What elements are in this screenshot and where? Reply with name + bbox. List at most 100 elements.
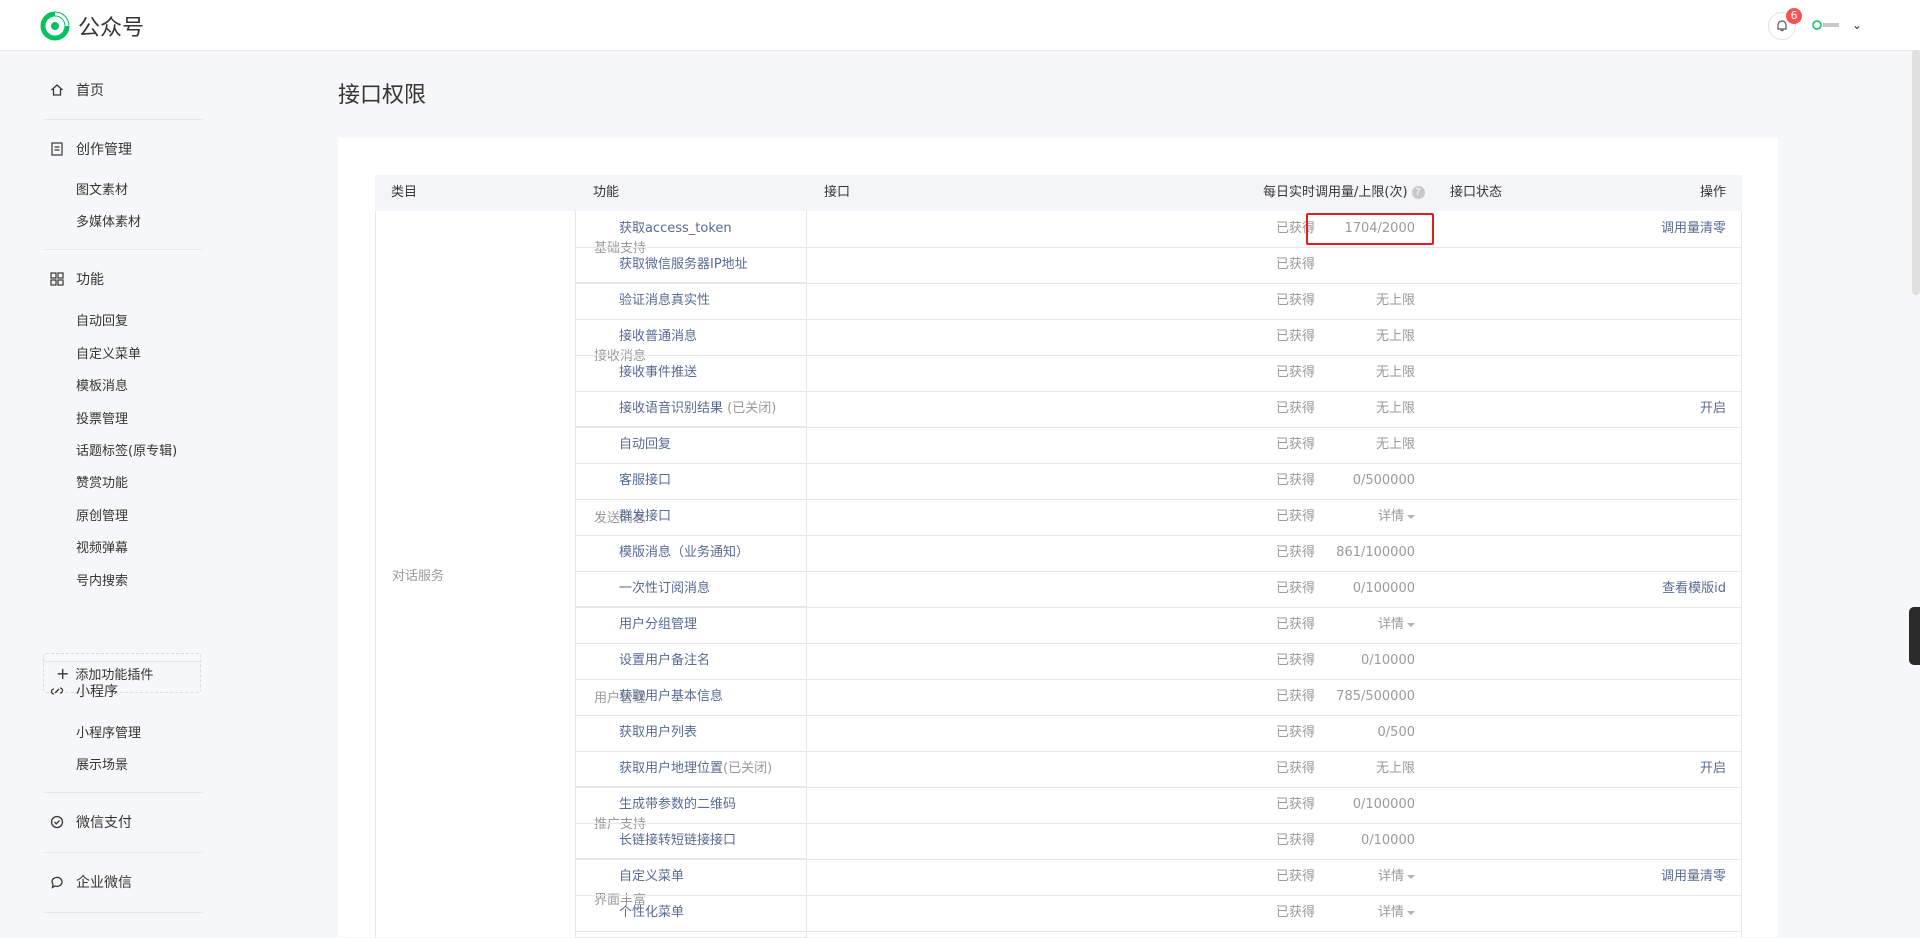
side-widget-handle[interactable] [1909, 607, 1920, 665]
caret-down-icon [1407, 910, 1415, 915]
sidebar-section-creation[interactable]: 创作管理 [50, 139, 132, 159]
sidebar-section-miniprogram[interactable]: 小程序 [50, 681, 118, 701]
header-function: 功能 [593, 185, 620, 200]
sidebar-section-wecom[interactable]: 企业微信 [50, 872, 132, 892]
action-link[interactable]: 调用量清零 [1661, 211, 1726, 247]
usage-details-dropdown[interactable]: 详情 [1378, 859, 1415, 895]
logo[interactable]: 公众号 [40, 10, 144, 42]
interface-name[interactable]: 自动回复 [619, 427, 671, 463]
interface-closed-note: (已关闭) [723, 761, 773, 776]
interface-name[interactable]: 获取用户列表 [619, 715, 697, 751]
status-text: 已获得 [1276, 689, 1316, 704]
action-link[interactable]: 查看模版id [1662, 571, 1726, 607]
sidebar-item-label: 首页 [76, 83, 104, 99]
page-scrollbar[interactable] [1912, 50, 1920, 295]
usage-text: 0/500000 [1352, 473, 1415, 488]
sidebar-section-features[interactable]: 功能 [50, 269, 104, 289]
sidebar-item-auto-reply[interactable]: 自动回复 [76, 310, 128, 329]
action-link[interactable]: 调用量清零 [1661, 859, 1726, 895]
sidebar-section-label: 功能 [76, 272, 104, 288]
interface-label: 模版消息（业务通知） [619, 545, 750, 560]
status-text: 已获得 [1276, 329, 1316, 344]
interface-label: 设置用户备注名 [619, 653, 711, 668]
usage-value: 785/500000 [1336, 679, 1415, 715]
usage-text: 详情 [1377, 905, 1404, 920]
interface-label: 长链接转短链接接口 [619, 833, 737, 848]
status-text: 已获得 [1276, 473, 1316, 488]
usage-value: 0/500 [1378, 715, 1415, 751]
usage-details-dropdown[interactable]: 详情 [1378, 607, 1415, 643]
sidebar-section-wechat-pay[interactable]: 微信支付 [50, 812, 132, 832]
help-icon[interactable]: ? [1411, 186, 1425, 199]
table-row: 验证消息真实性 无上限 已获得 [576, 283, 1742, 320]
interface-name[interactable]: 接收事件推送 [619, 355, 697, 391]
interface-closed-note: (已关闭) [723, 401, 777, 416]
interface-name[interactable]: 个性化菜单 [619, 895, 684, 931]
usage-value: 无上限 [1376, 283, 1415, 319]
interface-name[interactable]: 用户分组管理 [619, 607, 697, 643]
interface-name[interactable]: 获取用户基本信息 [619, 679, 723, 715]
interface-name[interactable]: 生成带参数的二维码 [619, 787, 736, 823]
sidebar-item-vote[interactable]: 投票管理 [76, 408, 128, 427]
usage-highlight-box [1306, 213, 1434, 245]
header-action: 操作 [1699, 185, 1726, 200]
interface-name[interactable]: 模版消息（业务通知） [619, 535, 749, 571]
interface-name[interactable]: 群发接口 [619, 499, 671, 535]
sidebar-item-reward[interactable]: 赞赏功能 [76, 472, 128, 491]
table-row: 客服接口 0/500000 已获得 [576, 463, 1742, 500]
interface-name[interactable]: 自定义菜单 [619, 859, 684, 895]
sidebar-item-template-message[interactable]: 模板消息 [76, 375, 128, 394]
header-status: 接口状态 [1450, 185, 1503, 200]
interface-name[interactable]: 接收语音识别结果 (已关闭) [619, 391, 776, 427]
status-text: 已获得 [1276, 257, 1316, 272]
action-link[interactable]: 开启 [1700, 391, 1726, 427]
caret-down-icon [1407, 514, 1415, 519]
interface-name[interactable]: 一次性订阅消息 [619, 571, 710, 607]
sidebar-item-display-scenes[interactable]: 展示场景 [76, 754, 128, 773]
sidebar-item-home[interactable]: 首页 [50, 80, 104, 100]
interface-name[interactable]: 接收普通消息 [619, 319, 697, 355]
interface-label: 客服接口 [619, 473, 672, 488]
usage-text: 无上限 [1375, 437, 1415, 452]
status-text: 已获得 [1276, 797, 1316, 812]
usage-text: 0/10000 [1360, 833, 1415, 848]
status-text: 已获得 [1276, 581, 1316, 596]
usage-value: 0/10000 [1361, 823, 1415, 859]
usage-details-dropdown[interactable]: 详情 [1378, 895, 1415, 931]
sidebar-item-topic-tags[interactable]: 话题标签(原专辑) [76, 440, 177, 459]
permissions-table: 类目 功能 接口 每日实时调用量/上限(次)? 接口状态 操作 对话服务 基础支… [375, 175, 1742, 938]
add-plugin-label: 添加功能插件 [75, 667, 154, 683]
interface-label: 接收事件推送 [619, 365, 698, 380]
interface-name[interactable]: 长链接转短链接接口 [619, 823, 736, 859]
interface-name[interactable]: 获取用户地理位置(已关闭) [619, 751, 772, 787]
sidebar-item-articles[interactable]: 图文素材 [76, 179, 128, 198]
chevron-down-icon[interactable]: ⌄ [1852, 18, 1862, 32]
sidebar-divider [43, 119, 203, 120]
interface-name[interactable]: 设置用户备注名 [619, 643, 710, 679]
sidebar-item-video-danmaku[interactable]: 视频弹幕 [76, 537, 128, 556]
interface-label: 获取用户地理位置 [619, 761, 724, 776]
sidebar-divider [43, 792, 203, 793]
action-link[interactable]: 开启 [1700, 751, 1726, 787]
sidebar-divider [43, 661, 203, 662]
sidebar-item-custom-menu[interactable]: 自定义菜单 [76, 343, 141, 362]
status-text: 已获得 [1276, 869, 1316, 884]
interface-label: 个性化菜单 [619, 905, 685, 920]
table-row: 获取用户列表 0/500 已获得 [576, 715, 1742, 752]
usage-text: 861/100000 [1336, 545, 1415, 560]
sidebar-item-original[interactable]: 原创管理 [76, 505, 128, 524]
interface-name[interactable]: 获取access_token [619, 211, 732, 247]
interface-label: 群发接口 [619, 509, 672, 524]
usage-details-dropdown[interactable]: 详情 [1378, 499, 1415, 535]
interface-name[interactable]: 客服接口 [619, 463, 671, 499]
interface-label: 获取用户列表 [619, 725, 698, 740]
sidebar-item-search[interactable]: 号内搜索 [76, 570, 128, 589]
sidebar-item-miniprogram-manage[interactable]: 小程序管理 [76, 722, 141, 741]
usage-value: 0/100000 [1353, 571, 1415, 607]
avatar[interactable] [1812, 18, 1842, 32]
interface-name[interactable]: 验证消息真实性 [619, 283, 710, 319]
table-row: 获取微信服务器IP地址 已获得 [576, 247, 1742, 284]
interface-label: 接收语音识别结果 [619, 401, 724, 416]
interface-name[interactable]: 获取微信服务器IP地址 [619, 247, 748, 283]
sidebar-item-media[interactable]: 多媒体素材 [76, 211, 141, 230]
